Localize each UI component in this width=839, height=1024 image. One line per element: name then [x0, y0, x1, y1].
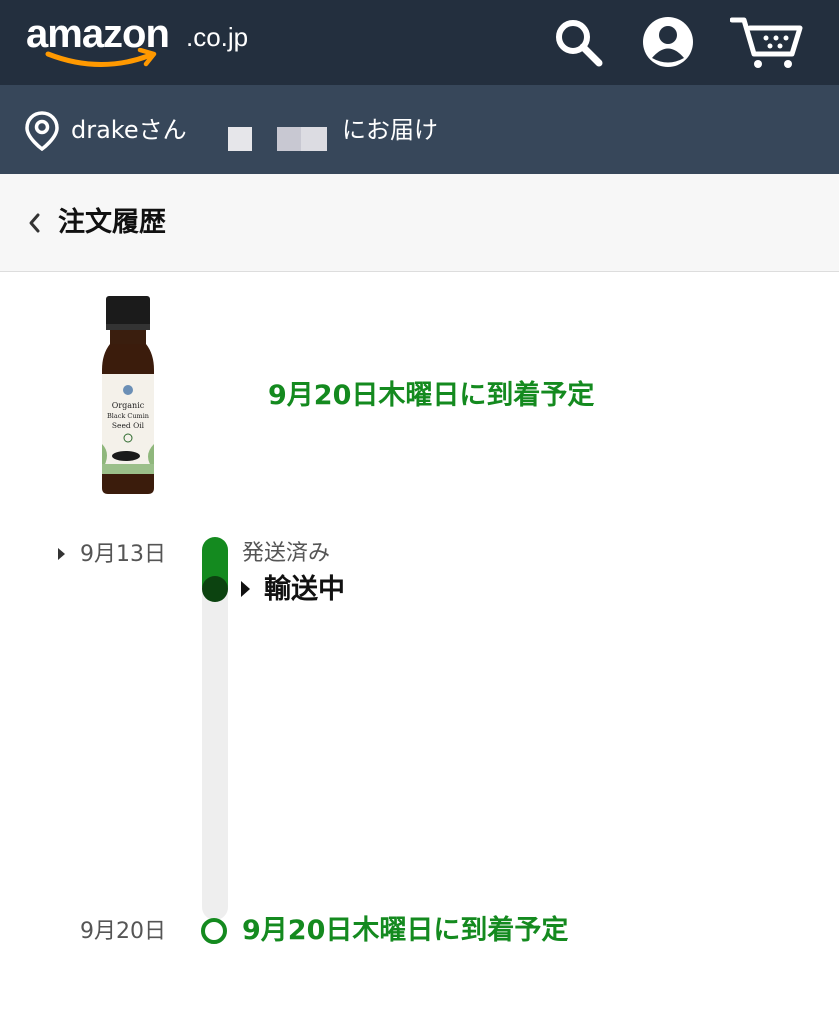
caret-right-icon[interactable]: [240, 580, 252, 598]
caret-right-icon[interactable]: [57, 547, 67, 561]
chevron-left-icon[interactable]: [27, 212, 41, 234]
page-title[interactable]: 注文履歴: [58, 206, 166, 240]
timeline-end-date: 9月20日: [80, 919, 166, 944]
timeline-end-marker: [201, 918, 227, 944]
search-icon[interactable]: [548, 12, 608, 72]
logo-smile-icon: [45, 48, 157, 68]
arrival-estimate: 9月20日木曜日に到着予定: [268, 380, 595, 411]
redacted-address: [277, 127, 301, 151]
cart-icon[interactable]: [730, 12, 804, 72]
product-image[interactable]: Organic Black Cumin Seed Oil: [96, 294, 160, 496]
timeline-shipped-label: 発送済み: [242, 541, 331, 566]
timeline-current-status[interactable]: 輸送中: [264, 573, 345, 607]
account-icon[interactable]: [638, 12, 698, 72]
svg-text:Organic: Organic: [112, 401, 145, 410]
breadcrumb: 注文履歴: [0, 174, 839, 272]
timeline-start-date[interactable]: 9月13日: [80, 541, 166, 569]
delivery-recipient: drakeさん: [71, 116, 187, 144]
logo-domain: .co.jp: [186, 22, 249, 52]
redacted-address: [301, 127, 327, 151]
location-pin-icon: [25, 111, 59, 151]
amazon-logo[interactable]: amazon .co.jp: [26, 12, 266, 72]
timeline-arrival-status: 9月20日木曜日に到着予定: [242, 915, 569, 946]
redacted-address: [228, 127, 252, 151]
svg-text:Seed Oil: Seed Oil: [112, 421, 145, 430]
top-header: amazon .co.jp: [0, 0, 839, 85]
timeline-current-dot: [202, 576, 228, 602]
delivery-suffix: にお届け: [342, 116, 438, 144]
delivery-location-bar[interactable]: drakeさん にお届け: [0, 85, 839, 174]
svg-text:Black Cumin: Black Cumin: [107, 412, 149, 420]
